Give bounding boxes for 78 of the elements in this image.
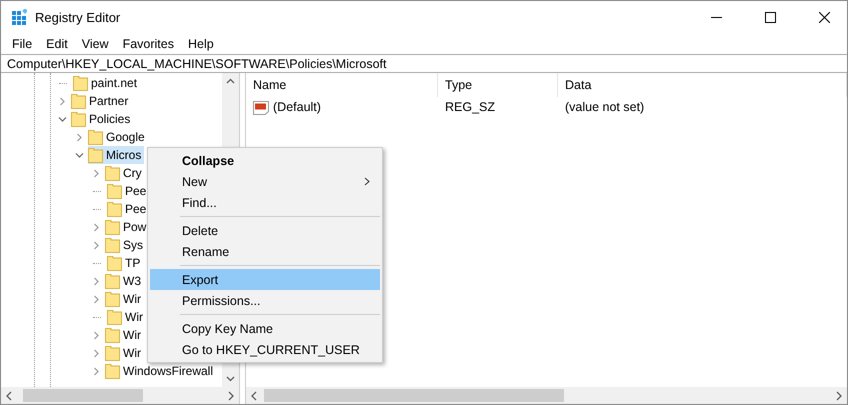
folder-icon <box>107 255 122 271</box>
folder-icon <box>105 363 120 379</box>
tree-item[interactable]: TP <box>107 254 144 272</box>
tree-item[interactable]: Pee <box>107 182 150 200</box>
menu-item[interactable]: Edit <box>39 36 75 50</box>
scroll-left-icon[interactable] <box>5 390 13 400</box>
value-data-cell-text: (value not set) <box>564 100 646 114</box>
folder-icon <box>105 237 120 253</box>
tree-item[interactable]: Wir <box>107 308 146 326</box>
context-menu-item[interactable]: Rename <box>150 241 380 262</box>
folder-icon <box>71 111 86 127</box>
registry-app-icon <box>11 9 27 25</box>
tree-item[interactable]: WindowsFirewall <box>105 362 216 380</box>
tree-item[interactable]: Wir <box>105 344 144 362</box>
context-menu-item[interactable]: Permissions... <box>150 290 380 311</box>
tree-item[interactable]: Wir <box>105 290 144 308</box>
close-icon <box>818 12 830 22</box>
context-menu-item[interactable]: New <box>150 171 380 192</box>
menu-item[interactable]: View <box>74 36 116 50</box>
folder-icon <box>105 327 120 343</box>
tree-item[interactable]: Pee <box>107 200 150 218</box>
context-menu-item[interactable]: Go to HKEY_CURRENT_USER <box>150 339 380 360</box>
chevron-right-icon[interactable] <box>58 96 66 106</box>
folder-icon <box>73 75 88 91</box>
tree-item[interactable]: Google <box>88 128 148 146</box>
column-header[interactable]: Type <box>438 73 558 97</box>
tree-item[interactable]: Pow <box>105 218 150 236</box>
scroll-right-icon[interactable] <box>227 390 235 400</box>
scroll-right-icon[interactable] <box>835 390 843 400</box>
scroll-left-icon[interactable] <box>250 390 258 400</box>
chevron-right-icon[interactable] <box>92 276 100 286</box>
tree-item[interactable]: W3 <box>105 272 144 290</box>
context-menu-item[interactable]: Delete <box>150 220 380 241</box>
context-menu-item[interactable]: Copy Key Name <box>150 318 380 339</box>
menu-item[interactable]: File <box>5 36 40 50</box>
value-type-cell-text: REG_SZ <box>444 100 496 114</box>
maximize-icon <box>764 12 776 22</box>
folder-icon <box>88 129 103 145</box>
horizontal-scrollbar[interactable] <box>1 387 239 404</box>
tree-item[interactable]: paint.net <box>73 74 140 92</box>
folder-icon <box>105 273 120 289</box>
window-title: Registry Editor <box>35 10 122 24</box>
folder-icon <box>107 201 122 217</box>
column-header[interactable]: Data <box>558 73 847 97</box>
chevron-right-icon[interactable] <box>74 132 84 142</box>
context-menu-item[interactable]: Find... <box>150 192 380 213</box>
folder-icon <box>105 345 120 361</box>
menu-item[interactable]: Favorites <box>116 36 181 50</box>
string-value-icon <box>253 99 269 115</box>
folder-icon <box>105 219 120 235</box>
folder-icon <box>105 291 120 307</box>
folder-icon <box>105 165 120 181</box>
chevron-down-icon[interactable] <box>58 114 66 124</box>
chevron-down-icon[interactable] <box>74 150 84 160</box>
tree-item[interactable]: Micros <box>88 146 144 164</box>
folder-icon <box>88 147 103 163</box>
horizontal-scrollbar[interactable] <box>246 387 847 404</box>
tree-item[interactable]: Cry <box>105 164 145 182</box>
chevron-right-icon[interactable] <box>92 366 100 376</box>
chevron-right-icon[interactable] <box>92 330 100 340</box>
context-menu-item[interactable]: Collapse <box>150 150 380 171</box>
chevron-right-icon[interactable] <box>92 168 100 178</box>
chevron-right-icon[interactable] <box>92 294 100 304</box>
chevron-right-icon[interactable] <box>92 348 100 358</box>
tree-item[interactable]: Wir <box>105 326 144 344</box>
chevron-right-icon[interactable] <box>92 240 100 250</box>
folder-icon <box>107 183 122 199</box>
column-header[interactable]: Name <box>246 73 438 97</box>
tree-item[interactable]: Policies <box>71 110 134 128</box>
tree-item[interactable]: Partner <box>71 92 132 110</box>
menu-item[interactable]: Help <box>180 36 221 50</box>
value-name-cell[interactable]: (Default) <box>246 99 438 115</box>
address-field[interactable]: Computer\HKEY_LOCAL_MACHINE\SOFTWARE\Policies\Microsoft <box>1 54 847 73</box>
context-menu-item[interactable]: Export <box>150 269 380 290</box>
folder-icon <box>107 309 122 325</box>
folder-icon <box>71 93 86 109</box>
tree-item[interactable]: Sys <box>105 236 146 254</box>
chevron-right-icon[interactable] <box>92 222 100 232</box>
